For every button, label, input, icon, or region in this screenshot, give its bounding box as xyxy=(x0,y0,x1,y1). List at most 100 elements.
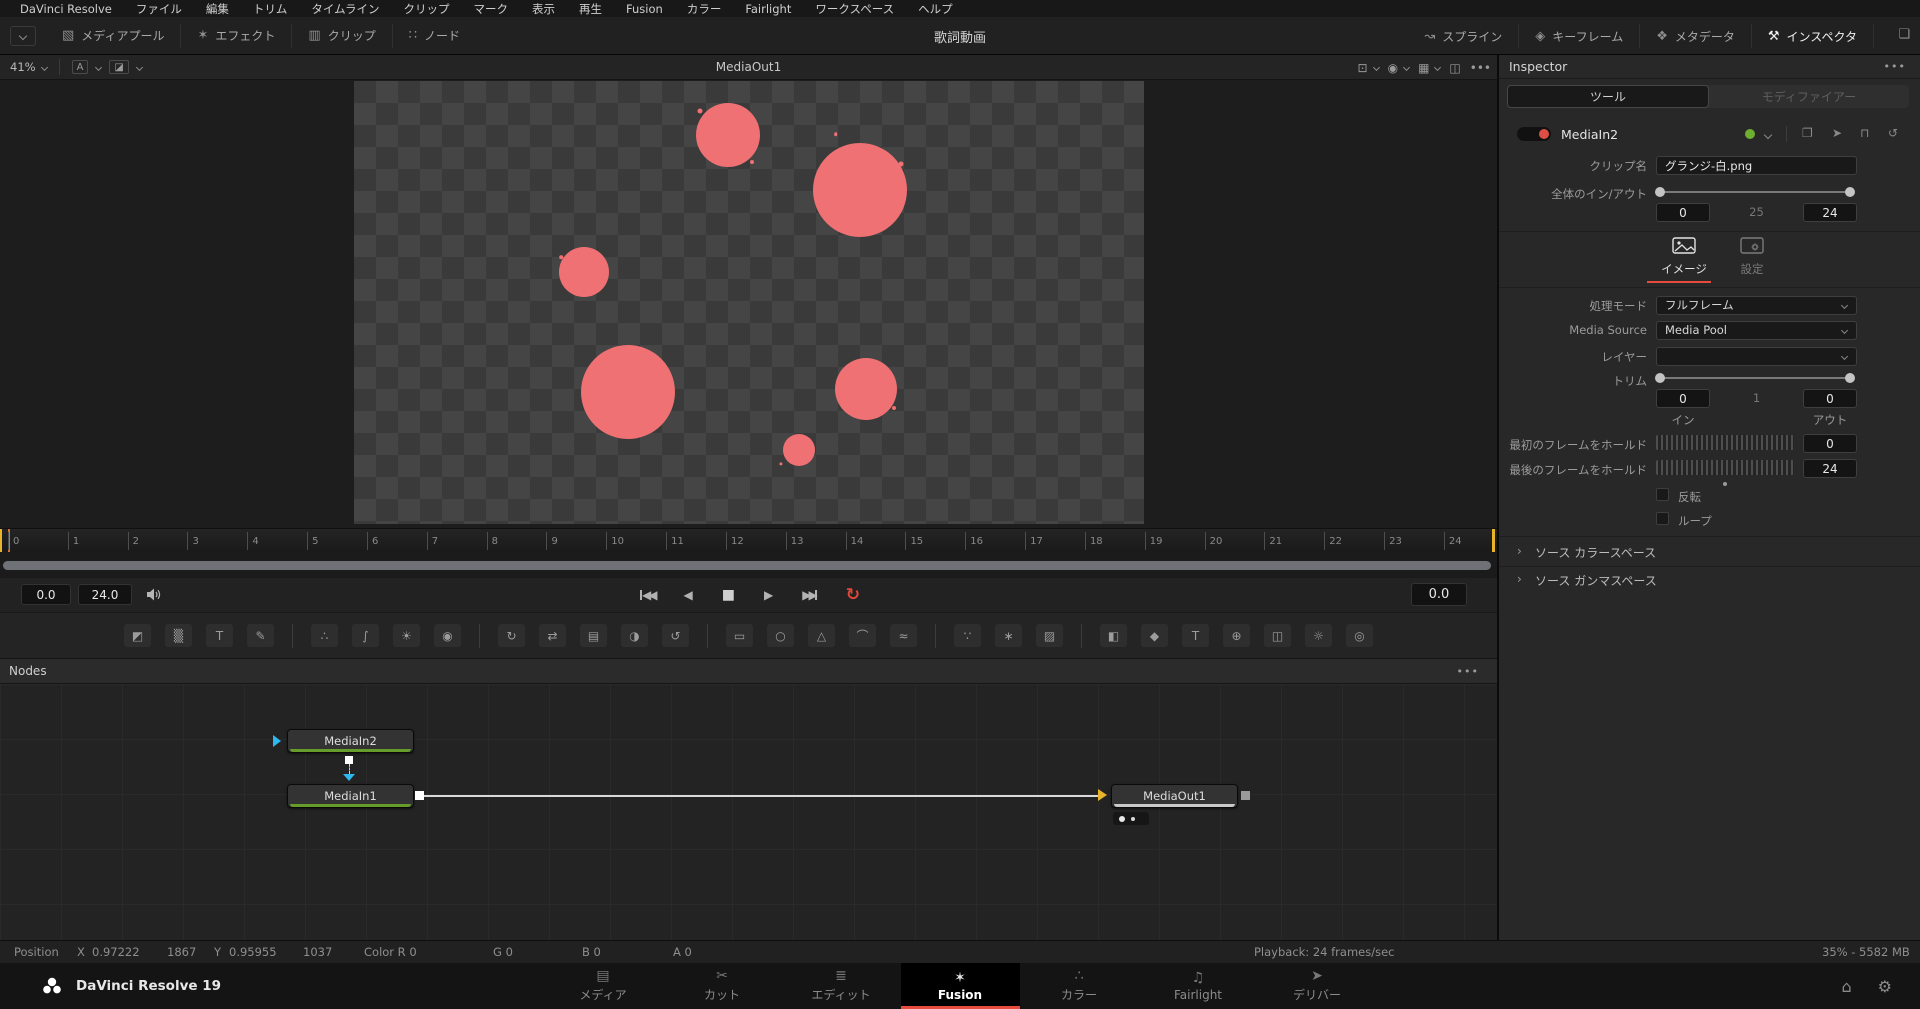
toolbox-tool[interactable]: ◆ xyxy=(1141,624,1168,647)
slider-handle[interactable] xyxy=(1845,187,1855,197)
loop-button[interactable]: ↻ xyxy=(846,587,860,604)
page-button[interactable]: ▤ メディア xyxy=(544,963,663,1009)
process-mode-select[interactable]: フルフレーム xyxy=(1656,296,1857,315)
versions-icon[interactable]: ❐ xyxy=(1802,126,1813,140)
panel-toggle-button[interactable]: ⚒インスペクタ xyxy=(1752,24,1874,48)
loop-checkbox[interactable] xyxy=(1656,512,1669,525)
go-first-frame-button[interactable]: ◀◀ xyxy=(640,588,654,602)
toolbox-tool[interactable]: ▒ xyxy=(165,624,192,647)
toolbox-tool[interactable]: ↻ xyxy=(498,624,525,647)
trim-in-field[interactable] xyxy=(1656,389,1710,408)
toolbox-tool[interactable]: ○ xyxy=(767,624,794,647)
channel-button[interactable]: ◪ xyxy=(109,60,128,74)
toolbox-tool[interactable]: ◎ xyxy=(1346,624,1373,647)
slider-handle[interactable] xyxy=(1655,187,1665,197)
panel-toggle-button[interactable]: ▧メディアプール xyxy=(46,24,180,48)
toolbox-tool[interactable]: ∴ xyxy=(311,624,338,647)
range-in-field[interactable] xyxy=(21,584,71,605)
hold-last-scrubber[interactable] xyxy=(1656,460,1794,475)
menu-item[interactable]: カラー xyxy=(675,1,734,17)
trim-slider[interactable] xyxy=(1657,377,1853,379)
viewer-tool-button[interactable]: ◫ xyxy=(1449,61,1460,75)
horizontal-scrollbar[interactable] xyxy=(3,561,1491,570)
menu-item[interactable]: トリム xyxy=(241,1,300,17)
toolbox-tool[interactable]: ∵ xyxy=(954,624,981,647)
nodes-options-icon[interactable]: ••• xyxy=(1457,665,1479,678)
step-back-button[interactable]: ◀ xyxy=(683,588,692,602)
tab-settings[interactable]: 設定 xyxy=(1717,237,1787,277)
stop-button[interactable]: ■ xyxy=(722,587,735,603)
section-source-colorspace[interactable]: ソース カラースペース xyxy=(1535,544,1656,561)
page-button[interactable]: ✶ Fusion xyxy=(901,963,1020,1009)
range-out-field[interactable] xyxy=(78,584,132,605)
zoom-level-select[interactable]: 41% xyxy=(10,60,47,74)
page-button[interactable]: ∴ カラー xyxy=(1020,963,1139,1009)
pin-icon[interactable]: ➤ xyxy=(1832,126,1842,140)
page-button[interactable]: ≣ エディット xyxy=(782,963,901,1009)
layout-toggle-icon[interactable]: ❏ xyxy=(1898,27,1910,42)
menu-item[interactable]: ヘルプ xyxy=(906,1,965,17)
viewer-tool-button[interactable]: ⊡ xyxy=(1358,61,1379,75)
menu-item[interactable]: マーク xyxy=(462,1,521,17)
global-in-out-slider[interactable] xyxy=(1657,191,1853,193)
layer-select[interactable] xyxy=(1656,347,1857,366)
menu-item[interactable]: ワークスペース xyxy=(803,1,906,17)
node-mediain2[interactable]: MediaIn2 xyxy=(287,729,414,753)
panel-toggle-button[interactable]: ❖メタデータ xyxy=(1640,24,1752,48)
current-frame-field[interactable] xyxy=(1411,583,1467,606)
node-output-connector[interactable] xyxy=(415,791,424,800)
toolbox-tool[interactable]: T xyxy=(1182,624,1209,647)
menu-item[interactable]: クリップ xyxy=(392,1,462,17)
panel-toggle-button[interactable]: ↝スプライン xyxy=(1408,24,1519,48)
panel-toggle-button[interactable]: ✶エフェクト xyxy=(180,24,291,48)
menu-item[interactable]: 編集 xyxy=(194,1,241,17)
chevron-down-icon[interactable] xyxy=(1764,131,1772,139)
viewer-tool-button[interactable]: ••• xyxy=(1470,61,1491,75)
tab-modifiers[interactable]: モディファイアー xyxy=(1709,85,1909,108)
node-tile-color-dot[interactable] xyxy=(1745,129,1755,139)
toolbox-tool[interactable]: ⌒ xyxy=(849,624,876,647)
inspector-options-icon[interactable]: ••• xyxy=(1884,60,1906,73)
toolbox-tool[interactable]: ≈ xyxy=(890,624,917,647)
toolbox-tool[interactable]: ▭ xyxy=(726,624,753,647)
global-out-field[interactable] xyxy=(1803,203,1857,222)
node-output-connector[interactable] xyxy=(1241,791,1250,800)
toolbox-tool[interactable]: ☀ xyxy=(393,624,420,647)
page-button[interactable]: ✂ カット xyxy=(663,963,782,1009)
toolbox-tool[interactable]: ↺ xyxy=(662,624,689,647)
page-button[interactable]: ♫ Fairlight xyxy=(1139,963,1258,1009)
toolbox-tool[interactable]: ✎ xyxy=(247,624,274,647)
panel-toggle-button[interactable]: ▥クリップ xyxy=(291,24,391,48)
trim-out-field[interactable] xyxy=(1803,389,1857,408)
toolbox-tool[interactable]: ⇄ xyxy=(539,624,566,647)
global-in-field[interactable] xyxy=(1656,203,1710,222)
node-mediain1[interactable]: MediaIn1 xyxy=(287,784,414,808)
home-icon[interactable]: ⌂ xyxy=(1842,977,1852,996)
toolbox-tool[interactable]: ◧ xyxy=(1100,624,1127,647)
viewer-2-dot[interactable] xyxy=(1131,817,1135,821)
viewer-assign-badge[interactable] xyxy=(1113,812,1149,825)
menu-item[interactable]: Fairlight xyxy=(733,2,803,16)
reverse-checkbox[interactable] xyxy=(1656,488,1669,501)
toolbox-tool[interactable]: ∗ xyxy=(995,624,1022,647)
hold-first-scrubber[interactable] xyxy=(1656,435,1794,450)
viewer-tool-button[interactable]: ◉ xyxy=(1388,61,1409,75)
interface-toolbar-toggle[interactable] xyxy=(10,26,36,46)
viewer-tool-button[interactable]: ▦ xyxy=(1418,61,1440,75)
page-button[interactable]: ➤ デリバー xyxy=(1258,963,1377,1009)
tab-image[interactable]: イメージ xyxy=(1649,237,1719,277)
menu-item[interactable]: DaVinci Resolve xyxy=(8,2,124,16)
toolbox-tool[interactable]: ▤ xyxy=(580,624,607,647)
panel-toggle-button[interactable]: ◈キーフレーム xyxy=(1519,24,1640,48)
go-last-frame-button[interactable]: ▶▶ xyxy=(802,588,816,602)
node-mediaout1[interactable]: MediaOut1 xyxy=(1111,784,1238,808)
toolbox-tool[interactable]: △ xyxy=(808,624,835,647)
panel-toggle-button[interactable]: ∷ノード xyxy=(392,24,476,48)
hold-last-field[interactable] xyxy=(1803,459,1857,478)
settings-gear-icon[interactable]: ⚙ xyxy=(1878,977,1892,996)
chevron-down-icon[interactable] xyxy=(95,63,102,70)
toolbox-tool[interactable]: ◉ xyxy=(434,624,461,647)
slider-handle[interactable] xyxy=(1655,373,1665,383)
reset-icon[interactable]: ↺ xyxy=(1888,126,1898,140)
node-enable-toggle[interactable] xyxy=(1517,127,1551,141)
